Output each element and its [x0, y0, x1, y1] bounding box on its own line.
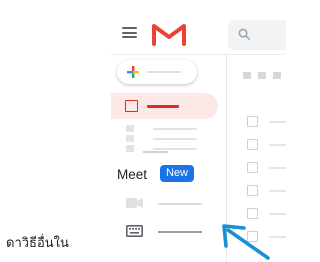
sidebar-item[interactable]: [126, 125, 204, 133]
toolbar-icon[interactable]: [258, 72, 266, 79]
top-bar: [111, 14, 286, 55]
row-text-placeholder: [269, 144, 286, 146]
sidebar-item-inbox[interactable]: [111, 93, 218, 119]
row-text-placeholder: [269, 190, 286, 192]
row-checkbox[interactable]: [247, 116, 258, 127]
sidebar-item-icon: [126, 145, 134, 152]
search-icon: [238, 28, 251, 41]
sidebar-item[interactable]: [126, 135, 204, 143]
toolbar-icon[interactable]: [243, 72, 251, 79]
row-text-placeholder: [269, 121, 286, 123]
row-checkbox[interactable]: [247, 139, 258, 150]
pointer-arrow: [222, 224, 270, 260]
row-checkbox[interactable]: [247, 208, 258, 219]
meet-item-label-placeholder: [158, 203, 202, 205]
compose-button[interactable]: [117, 60, 197, 84]
sidebar-item-label-placeholder: [153, 148, 197, 150]
sidebar-item-icon: [126, 125, 134, 132]
row-checkbox[interactable]: [247, 185, 258, 196]
search-box[interactable]: [228, 20, 286, 50]
compose-label-placeholder: [147, 71, 181, 73]
caption-text: ดาวิธีอื่นใน: [6, 236, 69, 251]
row-text-placeholder: [269, 213, 286, 215]
compose-plus-icon: [127, 66, 139, 78]
row-checkbox[interactable]: [247, 162, 258, 173]
sidebar-item-label-placeholder: [153, 138, 197, 140]
gmail-logo[interactable]: [151, 22, 187, 46]
row-text-placeholder: [269, 167, 286, 169]
toolbar-icon[interactable]: [273, 72, 281, 79]
meet-section-title: Meet: [117, 167, 148, 182]
keyboard-icon: [126, 225, 143, 237]
join-meeting-label-placeholder: [158, 231, 202, 233]
new-badge: New: [160, 165, 194, 182]
video-camera-icon: [126, 198, 143, 208]
section-divider: [143, 151, 168, 153]
inbox-label-placeholder: [147, 105, 179, 108]
menu-icon[interactable]: [122, 27, 137, 38]
inbox-icon: [125, 100, 138, 112]
sidebar-item-label-placeholder: [153, 128, 197, 130]
sidebar-item-icon: [126, 135, 134, 142]
